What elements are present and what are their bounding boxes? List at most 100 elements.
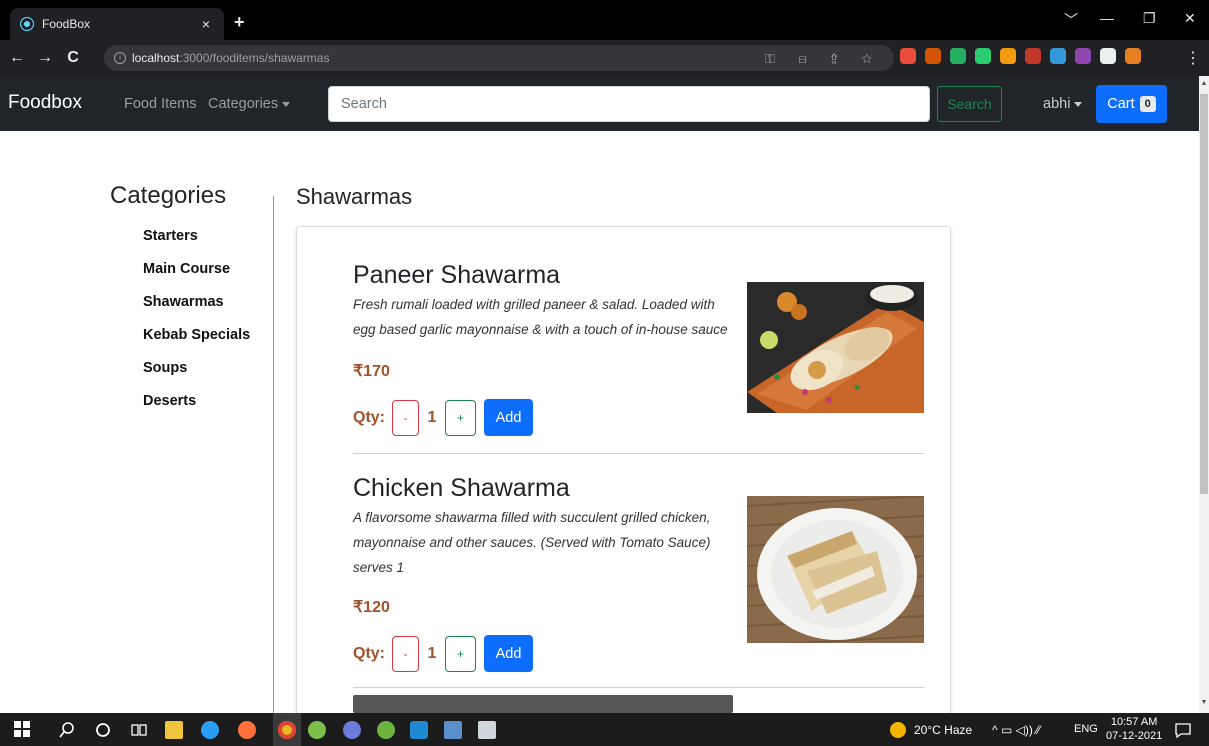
cart-button[interactable]: Cart 0 [1096, 85, 1167, 123]
page-scrollbar[interactable]: ▲ ▼ [1199, 76, 1209, 713]
category-kebab-specials[interactable]: Kebab Specials [143, 327, 250, 360]
chevron-down-icon [282, 101, 291, 107]
browser-tab[interactable]: FoodBox × [10, 8, 224, 40]
extension-icon[interactable] [1025, 48, 1041, 64]
firefox-icon[interactable] [238, 721, 256, 739]
minimize-icon[interactable]: — [1100, 10, 1114, 26]
search-input[interactable] [328, 86, 930, 122]
qty-label: Qty: [353, 408, 385, 426]
qty-decrement-button[interactable]: - [392, 635, 419, 672]
reload-icon[interactable]: C [62, 49, 84, 67]
extension-icon[interactable] [1000, 48, 1016, 64]
cortana-icon[interactable] [94, 721, 112, 739]
category-starters[interactable]: Starters [143, 228, 250, 261]
item-description: A flavorsome shawarma filled with succul… [353, 510, 711, 575]
app-leaf-icon[interactable] [308, 721, 326, 739]
paneer-shawarma-image [747, 282, 924, 413]
chrome-icon[interactable] [278, 721, 296, 739]
windows-taskbar: 20°C Haze ^ ▭ ◁)) ⁄⁄ ENG 10:57 AM 07-12-… [0, 713, 1209, 746]
brand-logo[interactable]: Foodbox [8, 92, 82, 114]
extension-icons [900, 48, 1141, 64]
vscode-icon[interactable] [410, 721, 428, 739]
item-price: ₹170 [353, 363, 390, 380]
qty-label: Qty: [353, 644, 385, 662]
omnibox-action-icons[interactable]: ⚿ ⊟ ⇪ ☆ [765, 51, 882, 67]
language-indicator[interactable]: ENG [1074, 723, 1098, 735]
address-bar[interactable]: i localhost :3000/fooditems/shawarmas ⚿ … [104, 45, 894, 71]
item-price: ₹120 [353, 599, 390, 616]
cart-count-badge: 0 [1139, 96, 1156, 112]
weather-text[interactable]: 20°C Haze [914, 723, 972, 737]
quantity-row: Qty: - 1 + Add [353, 635, 533, 672]
browser-toolbar: ← → C i localhost :3000/fooditems/shawar… [0, 40, 1209, 76]
spring-icon[interactable] [377, 721, 395, 739]
nav-categories-label: Categories [208, 96, 279, 112]
window-app-icon[interactable] [478, 721, 496, 739]
scroll-down-icon[interactable]: ▼ [1200, 699, 1208, 709]
restore-icon[interactable]: ❐ [1143, 10, 1156, 27]
app-navbar: Foodbox Food Items Categories Search abh… [0, 76, 1199, 131]
scroll-thumb[interactable] [1200, 94, 1208, 494]
url-path: :3000/fooditems/shawarmas [179, 51, 330, 65]
chicken-shawarma-image [747, 496, 924, 643]
nav-categories-dropdown[interactable]: Categories [208, 96, 291, 112]
add-to-cart-button[interactable]: Add [484, 399, 533, 436]
extension-icon[interactable] [1075, 48, 1091, 64]
windows-start-icon[interactable] [14, 721, 30, 737]
weather-icon[interactable] [890, 722, 906, 738]
browser-menu-icon[interactable]: ⋮ [1185, 48, 1201, 68]
sidebar-divider [273, 196, 274, 716]
search-button[interactable]: Search [937, 86, 1002, 122]
user-name: abhi [1043, 96, 1071, 112]
url-host: localhost [132, 51, 180, 65]
tab-close-icon[interactable]: × [198, 16, 214, 32]
system-tray-icons[interactable]: ^ ▭ ◁)) ⁄⁄ [992, 723, 1040, 737]
qty-value: 1 [427, 644, 437, 662]
add-to-cart-button[interactable]: Add [484, 635, 533, 672]
qty-increment-button[interactable]: + [445, 399, 476, 436]
item-divider [353, 453, 924, 454]
file-explorer-icon[interactable] [165, 721, 183, 739]
extension-icon[interactable] [975, 48, 991, 64]
extension-icon[interactable] [900, 48, 916, 64]
food-items-card: Paneer Shawarma Fresh rumali loaded with… [296, 226, 951, 746]
categories-heading: Categories [110, 182, 227, 209]
category-shawarmas[interactable]: Shawarmas [143, 294, 250, 327]
tab-search-icon[interactable]: ﹀ [1064, 10, 1078, 30]
qty-increment-button[interactable]: + [445, 635, 476, 672]
category-soups[interactable]: Soups [143, 360, 250, 393]
new-tab-button[interactable]: + [234, 12, 245, 33]
scroll-up-icon[interactable]: ▲ [1200, 80, 1208, 90]
eclipse-icon[interactable] [343, 721, 361, 739]
clock-time: 10:57 AM [1110, 716, 1158, 728]
back-icon[interactable]: ← [6, 49, 28, 67]
notification-icon[interactable] [1174, 721, 1192, 739]
cart-label: Cart [1107, 96, 1135, 112]
browser-tab-strip: FoodBox × + ﹀ — ❐ ✕ [0, 0, 1209, 40]
category-list: Starters Main Course Shawarmas Kebab Spe… [143, 228, 250, 426]
clock-date: 07-12-2021 [1106, 730, 1163, 742]
chevron-down-icon [1074, 101, 1083, 107]
item-divider [353, 687, 924, 688]
extension-icon[interactable] [925, 48, 941, 64]
nav-food-items[interactable]: Food Items [124, 96, 197, 112]
extension-icon[interactable] [950, 48, 966, 64]
qty-decrement-button[interactable]: - [392, 399, 419, 436]
forward-icon[interactable]: → [34, 49, 56, 67]
task-view-icon[interactable] [130, 721, 148, 739]
quantity-row: Qty: - 1 + Add [353, 399, 533, 436]
clock[interactable]: 10:57 AM 07-12-2021 [1106, 715, 1162, 743]
extension-icon[interactable] [1125, 48, 1141, 64]
extension-icon[interactable] [1100, 48, 1116, 64]
extension-icon[interactable] [1050, 48, 1066, 64]
site-info-icon[interactable]: i [114, 52, 126, 64]
edge-icon[interactable] [201, 721, 219, 739]
user-dropdown[interactable]: abhi [1043, 96, 1083, 112]
food-item: Chicken Shawarma A flavorsome shawarma f… [353, 474, 925, 674]
category-deserts[interactable]: Deserts [143, 393, 250, 426]
category-main-course[interactable]: Main Course [143, 261, 250, 294]
close-window-icon[interactable]: ✕ [1184, 10, 1196, 27]
notepad-icon[interactable] [444, 721, 462, 739]
search-icon[interactable] [58, 721, 76, 739]
tab-title: FoodBox [42, 17, 91, 31]
